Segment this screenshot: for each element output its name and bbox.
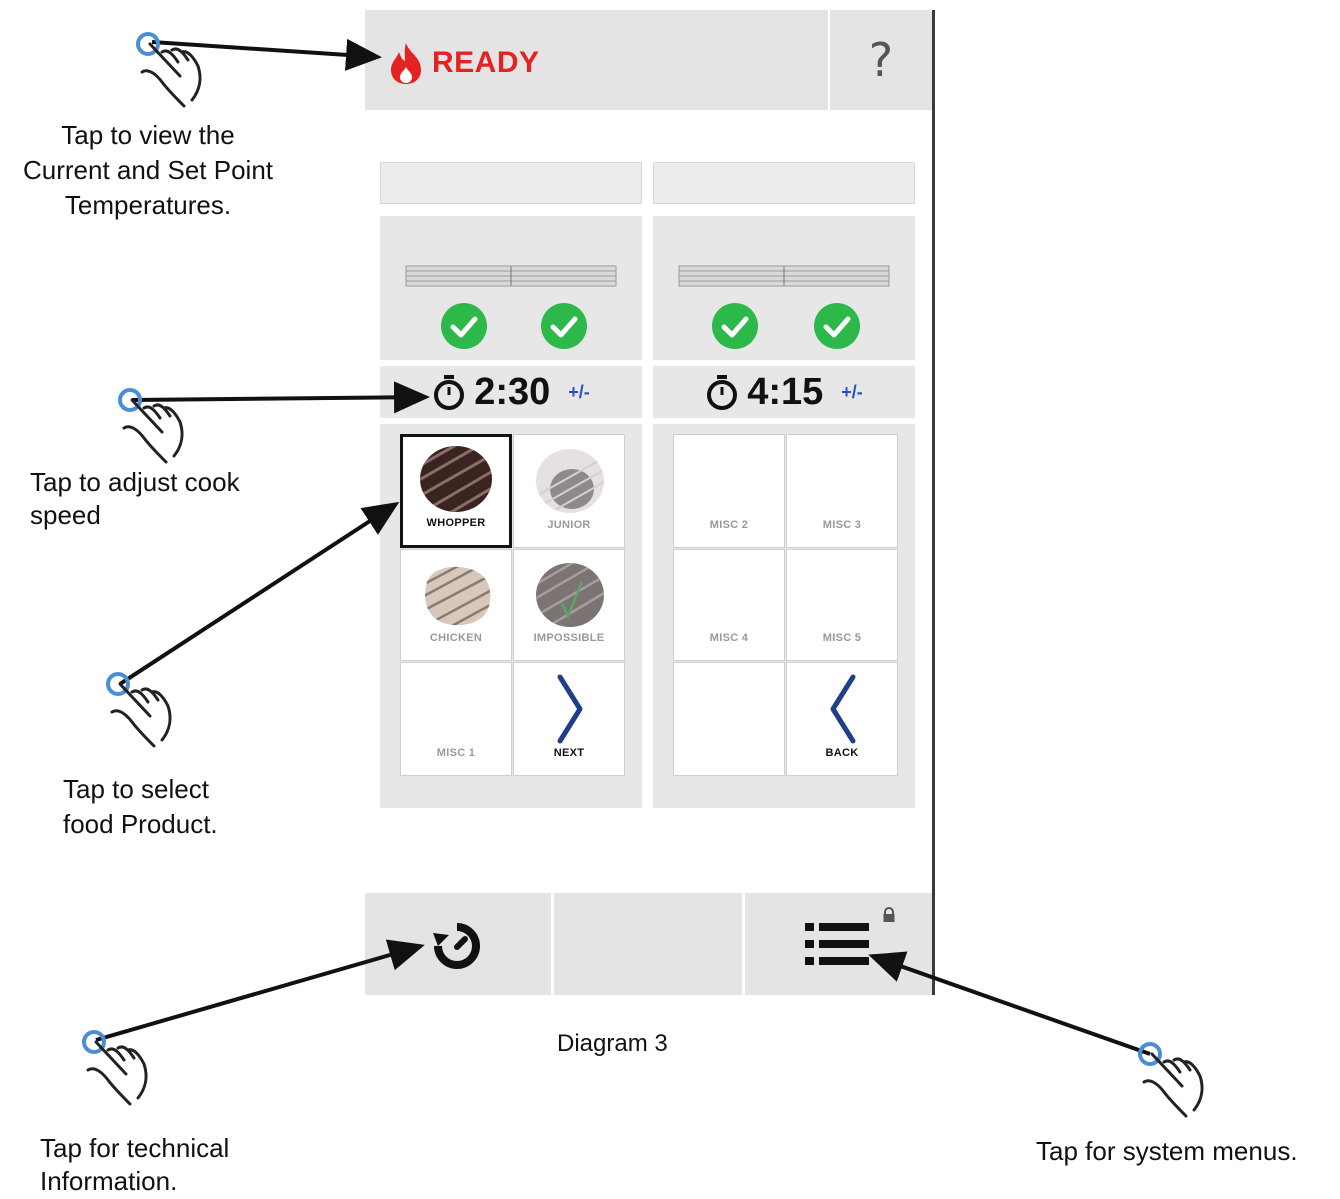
tap-hand-icon: [106, 672, 172, 748]
callout-line: Temperatures.: [64, 190, 232, 220]
callout-technical: Tap for technical Information.: [40, 1132, 340, 1198]
diagram-caption: Diagram 3: [557, 1030, 668, 1057]
callout-line: Information.: [40, 1166, 178, 1196]
tap-hand-icon: [1138, 1042, 1204, 1118]
callout-system-menus: Tap for system menus.: [1036, 1136, 1298, 1166]
callout-cook-speed: Tap to adjust cook speed: [30, 466, 330, 532]
tap-hand-icon: [118, 388, 184, 464]
tap-hand-icon: [82, 1030, 148, 1106]
tap-hand-icon: [136, 32, 202, 108]
callout-food-product: Tap to select food Product.: [63, 772, 323, 842]
callout-line: speed: [30, 500, 101, 530]
callout-line: Tap to view the: [61, 120, 235, 150]
callout-line: food Product.: [63, 809, 218, 839]
callout-temperatures: Tap to view the Current and Set Point Te…: [0, 118, 296, 223]
callout-line: Tap for technical: [40, 1133, 230, 1163]
callout-line: Tap to adjust cook: [30, 467, 240, 497]
callout-line: Current and Set Point: [22, 155, 274, 185]
callout-line: Tap to select: [63, 774, 209, 804]
